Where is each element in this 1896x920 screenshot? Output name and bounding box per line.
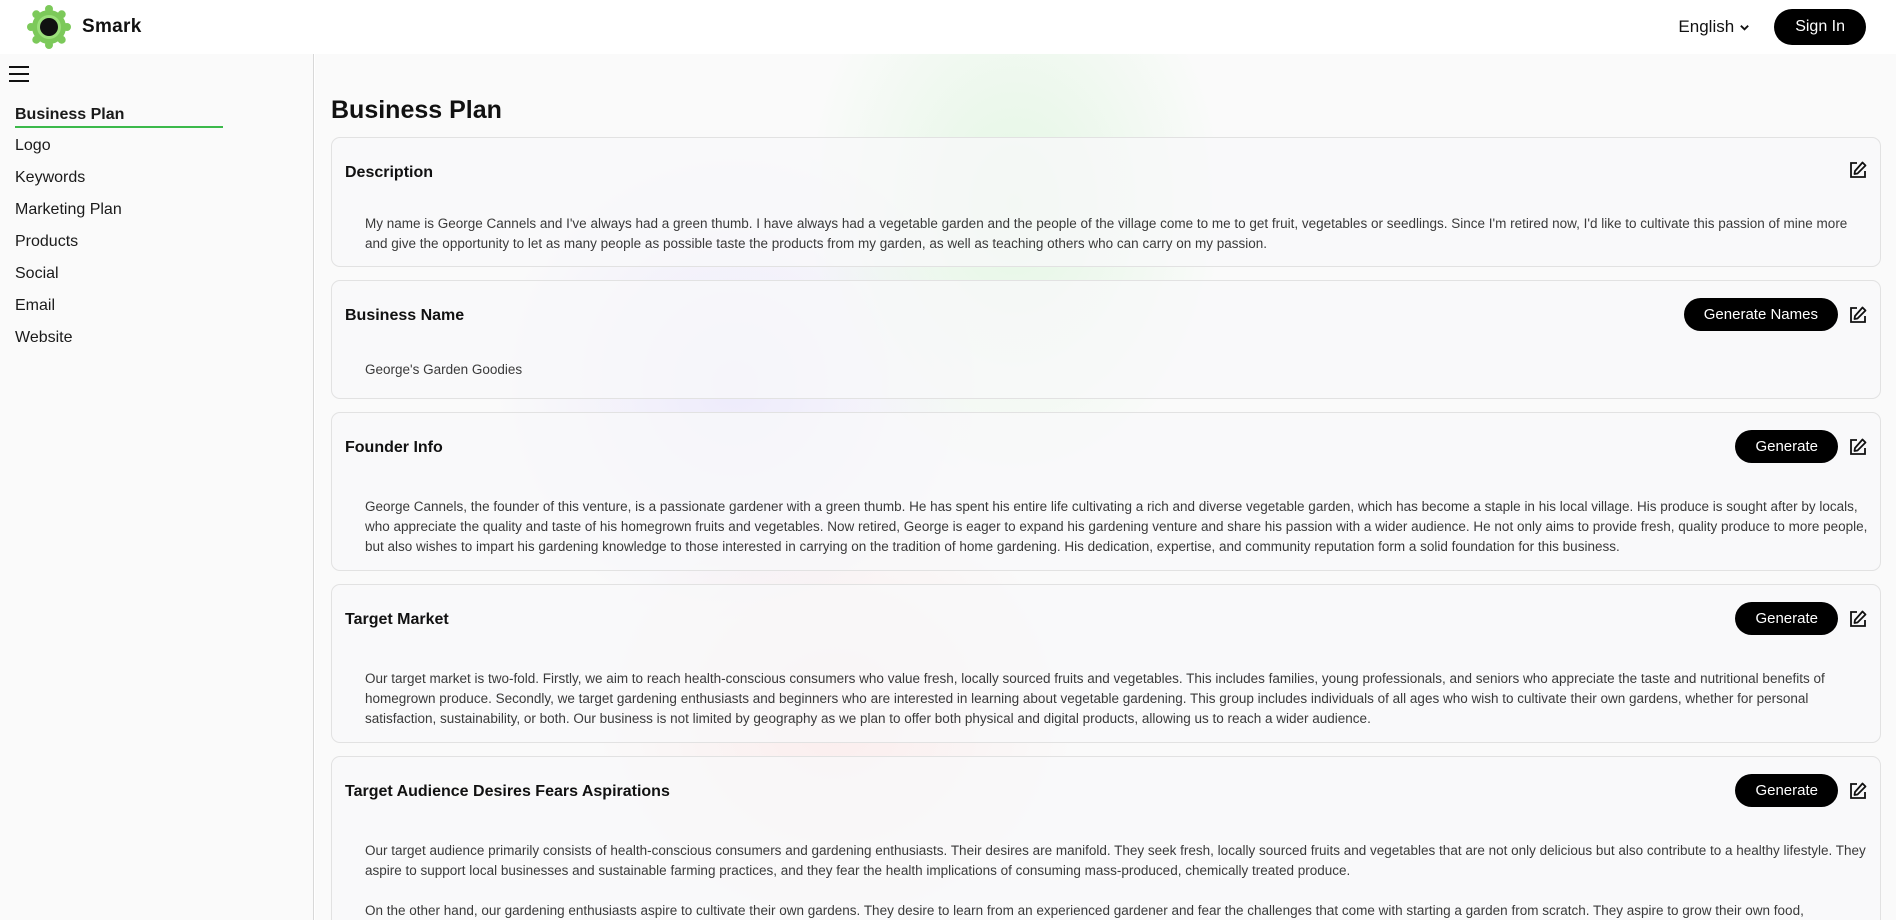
language-selector[interactable]: English [1678,17,1750,37]
sidebar-item-logo[interactable]: Logo [15,136,223,168]
section-text: Our target market is two-fold. Firstly, … [365,671,1825,726]
chevron-down-icon [1740,24,1750,31]
sidebar: Business Plan Logo Keywords Marketing Pl… [0,54,314,920]
sidebar-item-products[interactable]: Products [15,232,223,264]
edit-icon[interactable] [1848,160,1868,180]
section-body: Our target market is two-fold. Firstly, … [365,669,1868,749]
edit-icon[interactable] [1848,609,1868,629]
section-text: George's Garden Goodies [365,362,523,377]
edit-icon[interactable] [1848,781,1868,801]
main-content: Business Plan Description My name is Geo… [315,54,1896,920]
hamburger-menu-icon[interactable] [9,66,29,84]
brand-name: Smark [82,16,142,37]
generate-button[interactable]: Generate [1735,774,1838,807]
section-text: George Cannels, the founder of this vent… [365,499,1868,554]
section-heading: Business Name [345,307,465,324]
sidebar-nav: Business Plan Logo Keywords Marketing Pl… [15,104,223,360]
logo[interactable]: Smark [26,4,142,50]
sidebar-item-marketing-plan[interactable]: Marketing Plan [15,200,223,232]
generate-names-button[interactable]: Generate Names [1683,298,1838,331]
section-body: Our target audience primarily consists o… [365,841,1868,920]
sidebar-item-website[interactable]: Website [15,328,223,360]
target-audience-card: Target Audience Desires Fears Aspiration… [331,756,1881,920]
founder-info-card: Founder Info Generate George Cannels, th… [331,412,1881,571]
section-heading: Target Audience Desires Fears Aspiration… [345,783,670,800]
section-heading: Description [345,164,434,181]
edit-icon[interactable] [1848,305,1868,325]
section-text: Our target audience primarily consists o… [365,843,1866,878]
sign-in-button[interactable]: Sign In [1774,9,1866,45]
section-heading: Founder Info [345,439,443,456]
section-body: My name is George Cannels and I've alway… [365,214,1868,274]
sidebar-item-keywords[interactable]: Keywords [15,168,223,200]
top-bar: Smark English Sign In [0,0,1896,54]
section-heading: Target Market [345,611,449,628]
description-card: Description My name is George Cannels an… [331,137,1881,267]
section-body: George Cannels, the founder of this vent… [365,497,1868,577]
section-text: My name is George Cannels and I've alway… [365,216,1848,251]
section-body: George's Garden Goodies [365,360,1868,400]
generate-button[interactable]: Generate [1735,602,1838,635]
edit-icon[interactable] [1848,437,1868,457]
section-text: On the other hand, our gardening enthusi… [365,903,1804,918]
sidebar-item-email[interactable]: Email [15,296,223,328]
language-label: English [1678,17,1735,36]
sidebar-item-business-plan[interactable]: Business Plan [15,104,223,136]
target-market-card: Target Market Generate Our target market… [331,584,1881,743]
smark-logo-icon [27,5,71,49]
sidebar-item-social[interactable]: Social [15,264,223,296]
business-name-card: Business Name Generate Names George's Ga… [331,280,1881,399]
page-title: Business Plan [331,96,502,124]
generate-button[interactable]: Generate [1735,430,1838,463]
